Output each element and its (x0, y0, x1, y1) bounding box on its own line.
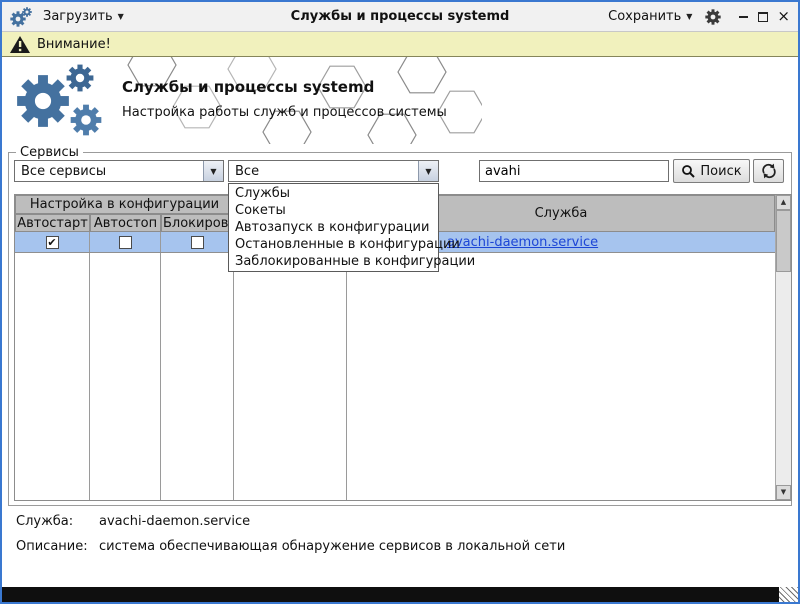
block-checkbox[interactable] (191, 236, 204, 249)
detail-description-label: Описание: (16, 539, 88, 554)
page-title: Службы и процессы systemd (122, 78, 374, 96)
scrollbar-thumb[interactable] (776, 210, 791, 272)
save-button[interactable]: Сохранить ▼ (608, 9, 692, 24)
titlebar-right: Сохранить ▼ × (608, 8, 790, 26)
detail-service-value: avachi-daemon.service (99, 514, 250, 529)
app-logo-gears-icon (14, 62, 112, 144)
combo-arrow-button[interactable]: ▼ (418, 161, 438, 181)
load-button[interactable]: Загрузить ▼ (43, 9, 124, 24)
app-window: Загрузить ▼ Службы и процессы systemd Со… (0, 0, 800, 604)
table-cell-autostart: ✔ (15, 232, 90, 252)
chevron-down-icon: ▼ (425, 167, 431, 176)
dropdown-option[interactable]: Остановленные в конфигурации (229, 236, 438, 253)
resize-grip[interactable] (779, 587, 798, 602)
app-gears-icon (9, 5, 33, 29)
detail-description-value: система обеспечивающая обнаружение серви… (99, 539, 565, 554)
titlebar: Загрузить ▼ Службы и процессы systemd Со… (2, 2, 798, 32)
search-button[interactable]: Поиск (673, 159, 750, 183)
service-filter-value: Все сервисы (15, 164, 203, 179)
refresh-button[interactable] (753, 159, 784, 183)
table-group-header: Настройка в конфигурации (15, 195, 234, 214)
dropdown-option[interactable]: Автозапуск в конфигурации (229, 219, 438, 236)
autostart-checkbox[interactable]: ✔ (46, 236, 59, 249)
dropdown-option[interactable]: Заблокированные в конфигурации (229, 253, 438, 270)
page-subtitle: Настройка работы служб и процессов систе… (122, 105, 447, 120)
maximize-button[interactable] (758, 12, 768, 22)
hexagon-pattern (102, 57, 482, 144)
autostop-checkbox[interactable] (119, 236, 132, 249)
column-divider (346, 253, 347, 500)
service-link[interactable]: avachi-daemon.service (447, 235, 598, 250)
window-controls: × (738, 11, 790, 22)
settings-gear-icon[interactable] (704, 8, 722, 26)
column-divider (89, 253, 90, 500)
combo-arrow-button[interactable]: ▼ (203, 161, 223, 181)
table-header-block: Блокировать (161, 214, 234, 232)
dropdown-option[interactable]: Сокеты (229, 202, 438, 219)
vertical-scrollbar[interactable]: ▲ ▼ (775, 195, 791, 500)
type-filter-value: Все (229, 164, 418, 179)
table-cell-autostop (90, 232, 161, 252)
table-cell-block (161, 232, 234, 252)
chevron-down-icon: ▼ (210, 167, 216, 176)
detail-service-label: Служба: (16, 514, 73, 529)
services-groupbox-legend: Сервисы (16, 145, 83, 160)
search-input[interactable] (479, 160, 669, 182)
chevron-down-icon: ▼ (118, 12, 124, 21)
service-filter-combobox[interactable]: Все сервисы ▼ (14, 160, 224, 182)
refresh-icon (761, 163, 777, 179)
table-body (15, 253, 775, 500)
search-icon (681, 164, 695, 178)
type-filter-combobox[interactable]: Все ▼ (228, 160, 439, 182)
load-button-label: Загрузить (43, 9, 113, 24)
dropdown-option[interactable]: Службы (229, 185, 438, 202)
search-button-label: Поиск (700, 164, 741, 179)
save-button-label: Сохранить (608, 9, 681, 24)
warning-banner: Внимание! (2, 32, 798, 57)
type-filter-dropdown-list: Службы Сокеты Автозапуск в конфигурации … (228, 183, 439, 272)
hero-header: Службы и процессы systemd Настройка рабо… (2, 57, 798, 144)
chevron-down-icon: ▼ (686, 12, 692, 21)
column-divider (233, 253, 234, 500)
warning-label: Внимание! (37, 37, 111, 52)
column-divider (160, 253, 161, 500)
table-header-autostart: Автостарт (15, 214, 90, 232)
scroll-up-button[interactable]: ▲ (776, 195, 791, 210)
status-bar (2, 587, 798, 602)
table-header-autostop: Автостоп (90, 214, 161, 232)
minimize-button[interactable] (738, 11, 749, 22)
close-button[interactable]: × (777, 11, 790, 22)
scroll-down-button[interactable]: ▼ (776, 485, 791, 500)
warning-icon (10, 36, 30, 53)
